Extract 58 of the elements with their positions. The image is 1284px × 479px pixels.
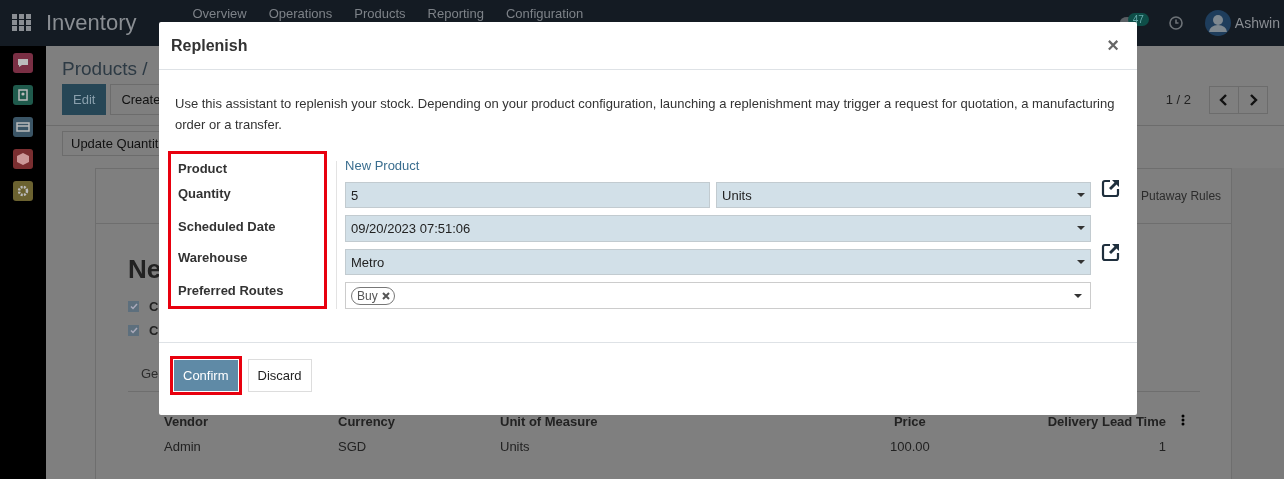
menu-item[interactable]: Reporting — [427, 5, 484, 21]
kebab-menu-icon[interactable] — [1181, 414, 1185, 426]
caret-icon — [1077, 260, 1085, 264]
external-link-icon[interactable] — [1101, 177, 1121, 198]
card-app-icon[interactable] — [13, 117, 33, 137]
app-title: Inventory — [46, 10, 137, 36]
quantity-field[interactable]: 5 — [345, 182, 710, 208]
checkbox-label: C — [149, 299, 159, 314]
pager-text: 1 / 2 — [1165, 92, 1191, 107]
table-cell: Admin — [164, 439, 201, 454]
tab[interactable]: Ge — [141, 366, 159, 381]
checkbox-label: C — [149, 323, 159, 338]
field-label: Preferred Routes — [178, 282, 285, 300]
column-header: Vendor — [164, 414, 209, 429]
remove-icon[interactable] — [381, 291, 390, 300]
field-label: Warehouse — [178, 249, 249, 267]
table-cell: 100.00 — [889, 439, 930, 454]
select-field[interactable]: Metro — [345, 248, 1091, 276]
apps-menu-icon[interactable] — [12, 14, 32, 32]
avatar-icon — [1204, 10, 1231, 36]
field-label: Product — [178, 160, 229, 178]
box-app-icon[interactable] — [13, 149, 33, 169]
column-header: Currency — [338, 414, 396, 429]
column-header: Delivery Lead Time — [1047, 414, 1166, 429]
column-header: Price — [893, 414, 926, 429]
edit-button[interactable]: Edit — [62, 84, 107, 115]
select-field[interactable]: 09/20/2023 07:51:06 — [345, 215, 1091, 242]
field-label: Scheduled Date — [178, 218, 277, 236]
tags-field[interactable]: Buy — [345, 282, 1091, 309]
column-header: Unit of Measure — [500, 414, 598, 429]
unit-select[interactable]: Units — [716, 182, 1091, 208]
menu-item[interactable]: Products — [354, 5, 406, 21]
discard-button[interactable]: Discard — [247, 359, 312, 392]
checkbox[interactable] — [128, 325, 139, 336]
gear-app-icon[interactable] — [13, 181, 33, 201]
product-link[interactable]: New Product — [345, 157, 1091, 175]
table-cell: 1 — [1158, 439, 1166, 454]
menu-item[interactable]: Operations — [268, 5, 333, 21]
caret-icon — [1077, 226, 1085, 231]
contact-app-icon[interactable] — [13, 85, 33, 105]
user-name[interactable]: Ashwin — [1234, 15, 1280, 31]
menu-item[interactable]: Configuration — [505, 5, 584, 21]
chat-app-icon[interactable] — [13, 53, 33, 73]
dialog-title: Replenish — [171, 36, 248, 55]
confirm-button[interactable]: Confirm — [170, 356, 242, 395]
clock-icon[interactable] — [1168, 16, 1183, 30]
table-cell: Units — [500, 439, 530, 454]
caret-icon — [1077, 193, 1085, 197]
checkbox[interactable] — [128, 301, 139, 312]
caret-icon — [1074, 293, 1082, 298]
close-button[interactable]: × — [1107, 34, 1119, 57]
field-label: Quantity — [178, 185, 232, 203]
tab[interactable]: Putaway Rules — [1141, 189, 1222, 203]
table-cell: SGD — [338, 439, 367, 454]
menu-item[interactable]: Overview — [192, 5, 247, 21]
dialog-description: Use this assistant to replenish your stock. Depending on your product configuration, launching a replenishment may trigger a request for quotation, a manufacturing order or a transfer. — [175, 95, 1116, 134]
product-title: Ne — [128, 254, 162, 285]
external-link-icon[interactable] — [1101, 241, 1121, 262]
